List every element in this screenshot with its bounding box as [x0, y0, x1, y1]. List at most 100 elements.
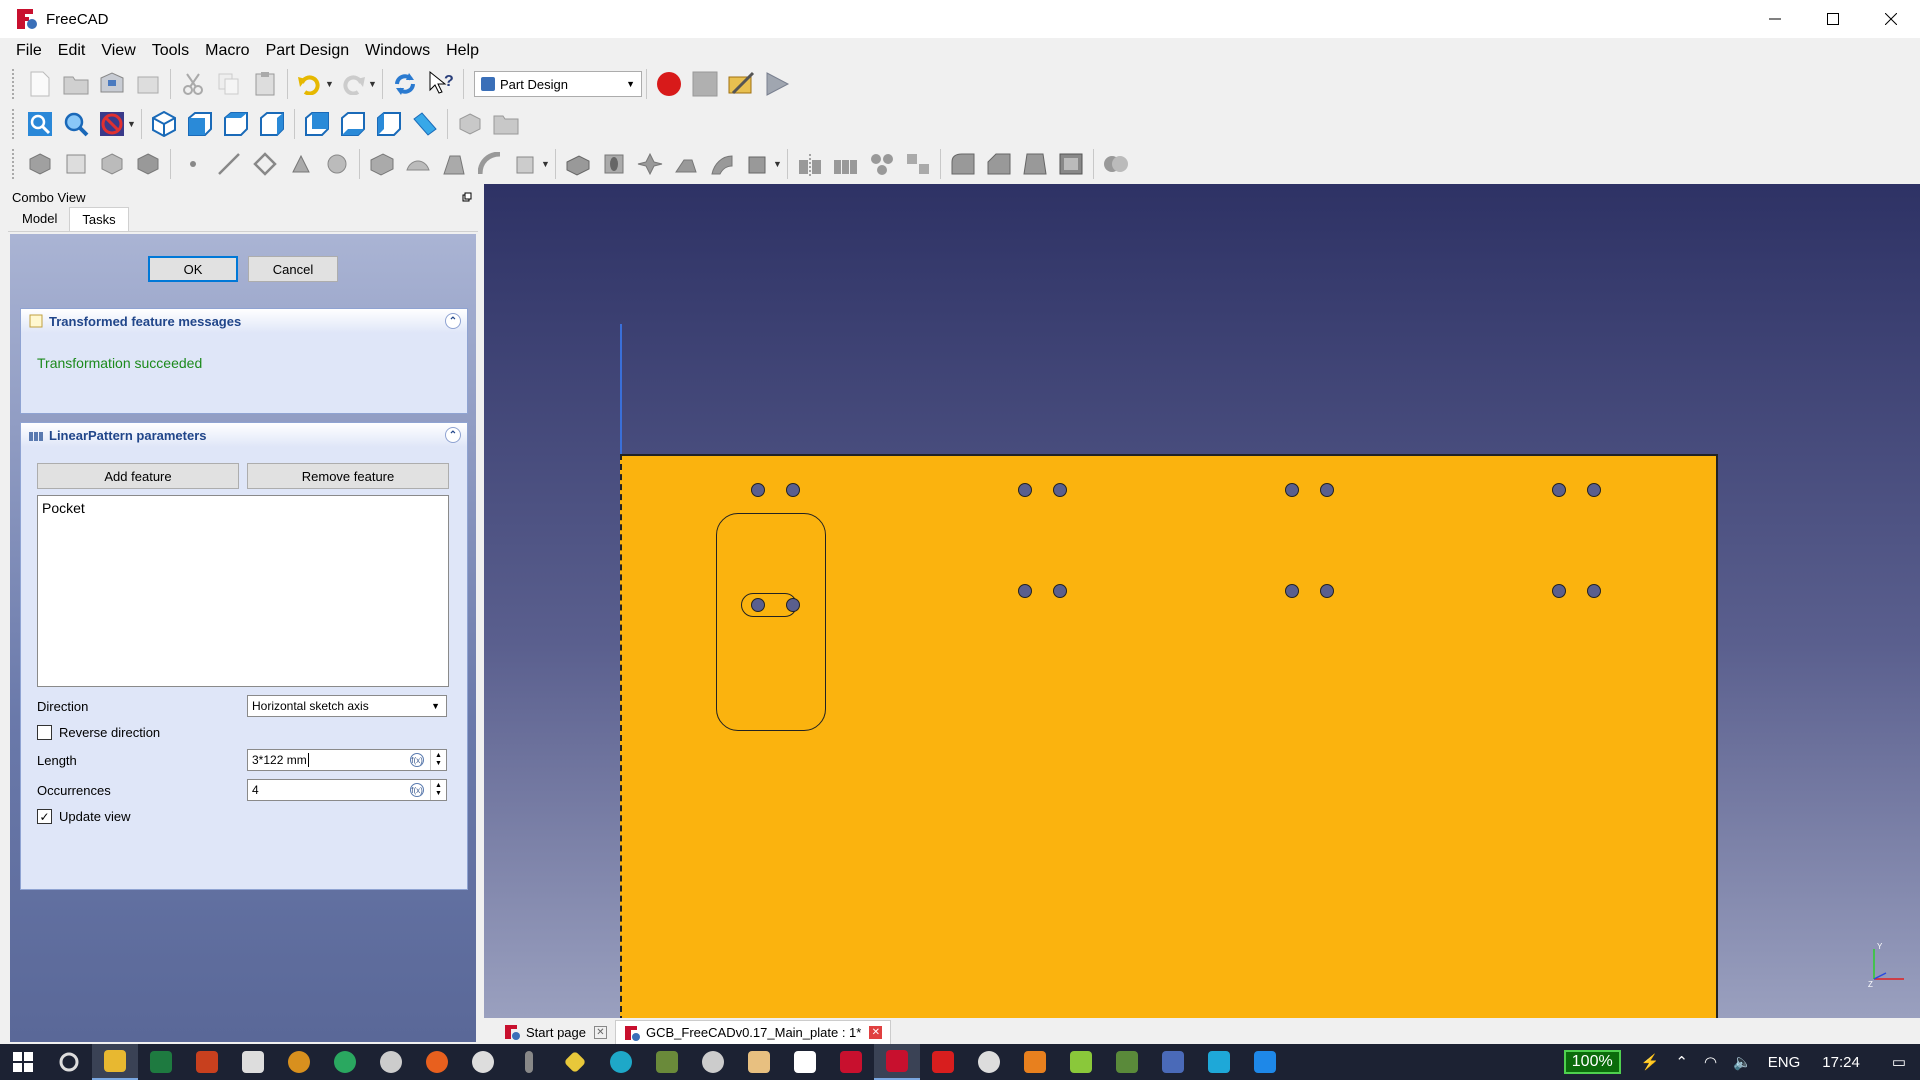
chevron-up-icon[interactable]: ⌃ — [1675, 1053, 1688, 1071]
taskbar-app[interactable] — [966, 1044, 1012, 1080]
subtractive-pipe-tool[interactable] — [707, 149, 737, 179]
wifi-icon[interactable]: ◠ — [1704, 1053, 1717, 1071]
tab-model[interactable]: Model — [10, 207, 69, 231]
messages-panel-header[interactable]: Transformed feature messages ⌃ — [21, 309, 467, 333]
redo-button[interactable] — [338, 69, 368, 99]
expression-icon[interactable]: f(x) — [410, 783, 424, 797]
add-feature-button[interactable]: Add feature — [37, 463, 239, 489]
additive-loft-tool[interactable] — [439, 149, 469, 179]
ok-button[interactable]: OK — [148, 256, 238, 282]
open-button[interactable] — [61, 69, 91, 99]
undo-button[interactable] — [295, 69, 325, 99]
taskbar-app[interactable] — [460, 1044, 506, 1080]
local-cs-tool[interactable] — [286, 149, 316, 179]
mirrored-tool[interactable] — [795, 149, 825, 179]
hole[interactable] — [1018, 584, 1032, 598]
pad-tool[interactable] — [367, 149, 397, 179]
taskbar-app[interactable] — [138, 1044, 184, 1080]
update-view-checkbox[interactable]: ✓ Update view — [37, 809, 131, 824]
menu-tools[interactable]: Tools — [144, 38, 197, 64]
macro-stop-button[interactable] — [690, 69, 720, 99]
multi-transform-tool[interactable] — [903, 149, 933, 179]
notification-icon[interactable]: ▭ — [1892, 1053, 1906, 1071]
spin-buttons[interactable]: ▲ ▼ — [430, 780, 446, 800]
taskbar-app[interactable] — [920, 1044, 966, 1080]
refresh-button[interactable] — [390, 69, 420, 99]
isometric-view-button[interactable] — [149, 109, 179, 139]
create-body-button[interactable] — [455, 109, 485, 139]
hole[interactable] — [786, 483, 800, 497]
macro-edit-button[interactable] — [726, 69, 756, 99]
taskbar-app[interactable] — [506, 1044, 552, 1080]
taskbar-app[interactable] — [368, 1044, 414, 1080]
direction-select[interactable]: Horizontal sketch axis ▼ — [247, 695, 447, 717]
top-view-button[interactable] — [221, 109, 251, 139]
cancel-button[interactable]: Cancel — [248, 256, 338, 282]
taskbar-app[interactable] — [276, 1044, 322, 1080]
menu-help[interactable]: Help — [438, 38, 487, 64]
create-part-button[interactable] — [491, 109, 521, 139]
tab-main-plate[interactable]: GCB_FreeCADv0.17_Main_plate : 1* ✕ — [615, 1020, 892, 1044]
fillet-tool[interactable] — [948, 149, 978, 179]
menu-part-design[interactable]: Part Design — [258, 38, 358, 64]
taskbar-app[interactable] — [598, 1044, 644, 1080]
draw-style-button[interactable] — [97, 109, 127, 139]
subtractive-loft-tool[interactable] — [671, 149, 701, 179]
taskbar-app[interactable] — [644, 1044, 690, 1080]
rear-view-button[interactable] — [302, 109, 332, 139]
taskbar-app[interactable] — [322, 1044, 368, 1080]
hole[interactable] — [1053, 483, 1067, 497]
power-icon[interactable]: ⚡ — [1641, 1053, 1660, 1071]
menu-windows[interactable]: Windows — [357, 38, 438, 64]
fit-all-button[interactable] — [25, 109, 55, 139]
minimize-button[interactable] — [1746, 0, 1804, 38]
menu-macro[interactable]: Macro — [197, 38, 257, 64]
whats-this-button[interactable]: ? — [426, 69, 456, 99]
collapse-icon[interactable]: ⌃ — [445, 427, 461, 443]
collapse-icon[interactable]: ⌃ — [445, 313, 461, 329]
workbench-selector[interactable]: Part Design ▼ — [474, 71, 642, 97]
tab-start-page[interactable]: Start page ✕ — [496, 1020, 615, 1044]
measure-button[interactable] — [410, 109, 440, 139]
taskbar-app[interactable] — [46, 1044, 92, 1080]
toolbar-grip[interactable] — [12, 69, 16, 99]
taskbar-app[interactable] — [1196, 1044, 1242, 1080]
subtractive-primitive-dropdown-icon[interactable]: ▼ — [773, 159, 783, 169]
toolbar-grip[interactable] — [12, 109, 16, 139]
hole[interactable] — [1320, 483, 1334, 497]
close-icon[interactable]: ✕ — [869, 1026, 883, 1039]
hole[interactable] — [786, 598, 800, 612]
chamfer-tool[interactable] — [984, 149, 1014, 179]
reverse-direction-checkbox[interactable]: Reverse direction — [37, 725, 160, 740]
remove-feature-button[interactable]: Remove feature — [247, 463, 449, 489]
taskbar-app[interactable] — [1012, 1044, 1058, 1080]
close-icon[interactable]: ✕ — [594, 1025, 607, 1039]
taskbar-app-freecad[interactable] — [874, 1044, 920, 1080]
taskbar-app[interactable] — [736, 1044, 782, 1080]
float-panel-icon[interactable] — [462, 192, 472, 202]
hole[interactable] — [1552, 584, 1566, 598]
subtractive-primitive-tool[interactable] — [743, 149, 773, 179]
linear-pattern-panel-header[interactable]: LinearPattern parameters ⌃ — [21, 423, 467, 447]
copy-button[interactable] — [214, 69, 244, 99]
redo-dropdown-icon[interactable]: ▼ — [368, 79, 378, 89]
paste-button[interactable] — [250, 69, 280, 99]
maximize-button[interactable] — [1804, 0, 1862, 38]
3d-viewport[interactable]: Y Z — [484, 184, 1920, 1018]
additive-primitive-dropdown-icon[interactable]: ▼ — [541, 159, 551, 169]
new-document-button[interactable] — [25, 69, 55, 99]
linear-pattern-tool[interactable] — [831, 149, 861, 179]
taskbar-app[interactable] — [1242, 1044, 1288, 1080]
save-as-button[interactable] — [133, 69, 163, 99]
taskbar-app[interactable] — [828, 1044, 874, 1080]
hole[interactable] — [1320, 584, 1334, 598]
thickness-tool[interactable] — [1056, 149, 1086, 179]
groove-tool[interactable] — [635, 149, 665, 179]
clock[interactable]: 17:24 — [1822, 1054, 1860, 1071]
additive-pipe-tool[interactable] — [475, 149, 505, 179]
draw-style-dropdown-icon[interactable]: ▼ — [127, 119, 137, 129]
pocket-outline[interactable] — [716, 513, 826, 731]
hole[interactable] — [1285, 584, 1299, 598]
hole[interactable] — [751, 598, 765, 612]
additive-primitive-tool[interactable] — [511, 149, 541, 179]
